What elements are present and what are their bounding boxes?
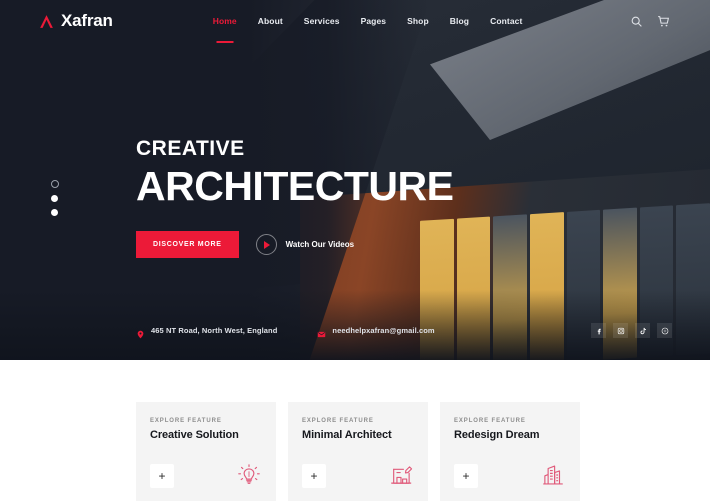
feature-card[interactable]: EXPLORE FEATURE Redesign Dream + <box>440 402 580 501</box>
nav-link-contact[interactable]: Contact <box>490 14 522 28</box>
slider-dot-1[interactable] <box>51 180 59 188</box>
email-item[interactable]: needhelpxafran@gmail.com <box>317 326 435 338</box>
card-bottom: + <box>150 462 262 488</box>
nav-link-home[interactable]: Home <box>213 14 237 28</box>
nav-link-blog[interactable]: Blog <box>450 14 469 28</box>
blueprint-drafting-icon <box>388 462 414 488</box>
slider-dot-3[interactable] <box>51 209 58 216</box>
nav-link-about[interactable]: About <box>258 14 283 28</box>
card-title: Minimal Architect <box>302 429 392 441</box>
feature-card[interactable]: EXPLORE FEATURE Minimal Architect + <box>288 402 428 501</box>
watch-videos-button[interactable]: Watch Our Videos <box>255 234 355 256</box>
nav-link-pages[interactable]: Pages <box>361 14 387 28</box>
envelope-icon <box>317 326 326 338</box>
facebook-icon[interactable] <box>591 323 606 338</box>
address-text: 465 NT Road, North West, England <box>151 326 278 335</box>
card-title: Creative Solution <box>150 429 239 441</box>
nav-link-shop[interactable]: Shop <box>407 14 429 28</box>
features-section: EXPLORE FEATURE Creative Solution + EXPL… <box>0 360 710 501</box>
map-pin-icon <box>136 326 145 339</box>
plus-icon[interactable]: + <box>150 464 174 488</box>
slider-dot-2[interactable] <box>51 195 58 202</box>
nav-link-services[interactable]: Services <box>304 14 340 28</box>
hero-title: ARCHITECTURE <box>136 163 454 209</box>
nav-actions <box>630 15 670 28</box>
nav-links: Home About Services Pages Shop Blog Cont… <box>213 14 523 28</box>
hero-cta-group: DISCOVER MORE Watch Our Videos <box>136 231 453 259</box>
tiktok-icon[interactable] <box>635 323 650 338</box>
card-title: Redesign Dream <box>454 429 540 441</box>
main-navigation: Xafran Home About Services Pages Shop Bl… <box>0 0 710 42</box>
search-icon[interactable] <box>630 15 643 28</box>
address-item: 465 NT Road, North West, England <box>136 326 278 339</box>
hero-info-bar: 465 NT Road, North West, England needhel… <box>136 323 672 339</box>
email-text: needhelpxafran@gmail.com <box>332 326 435 335</box>
plus-icon[interactable]: + <box>454 464 478 488</box>
card-label: EXPLORE FEATURE <box>150 418 222 424</box>
triangle-a-logo-icon <box>38 13 55 30</box>
plus-icon[interactable]: + <box>302 464 326 488</box>
landing-page: Xafran Home About Services Pages Shop Bl… <box>0 0 710 501</box>
hero-subtitle: CREATIVE <box>136 137 245 160</box>
hero-section: Xafran Home About Services Pages Shop Bl… <box>0 0 710 360</box>
site-logo[interactable]: Xafran <box>38 11 113 31</box>
cart-icon[interactable] <box>657 15 670 28</box>
hero-slider-dots <box>51 180 59 216</box>
feature-card[interactable]: EXPLORE FEATURE Creative Solution + <box>136 402 276 501</box>
play-icon <box>255 234 277 256</box>
building-skyscraper-icon <box>540 462 566 488</box>
card-bottom: + <box>454 462 566 488</box>
feature-cards: EXPLORE FEATURE Creative Solution + EXPL… <box>0 360 710 501</box>
lightbulb-idea-icon <box>236 462 262 488</box>
social-links <box>591 323 672 338</box>
card-label: EXPLORE FEATURE <box>302 418 374 424</box>
logo-text: Xafran <box>61 11 113 30</box>
card-bottom: + <box>302 462 414 488</box>
watch-videos-label: Watch Our Videos <box>285 240 355 250</box>
behance-icon[interactable] <box>657 323 672 338</box>
instagram-icon[interactable] <box>613 323 628 338</box>
card-label: EXPLORE FEATURE <box>454 418 526 424</box>
discover-more-button[interactable]: DISCOVER MORE <box>136 231 239 259</box>
hero-content: CREATIVE ARCHITECTURE DISCOVER MORE Watc… <box>136 137 454 259</box>
